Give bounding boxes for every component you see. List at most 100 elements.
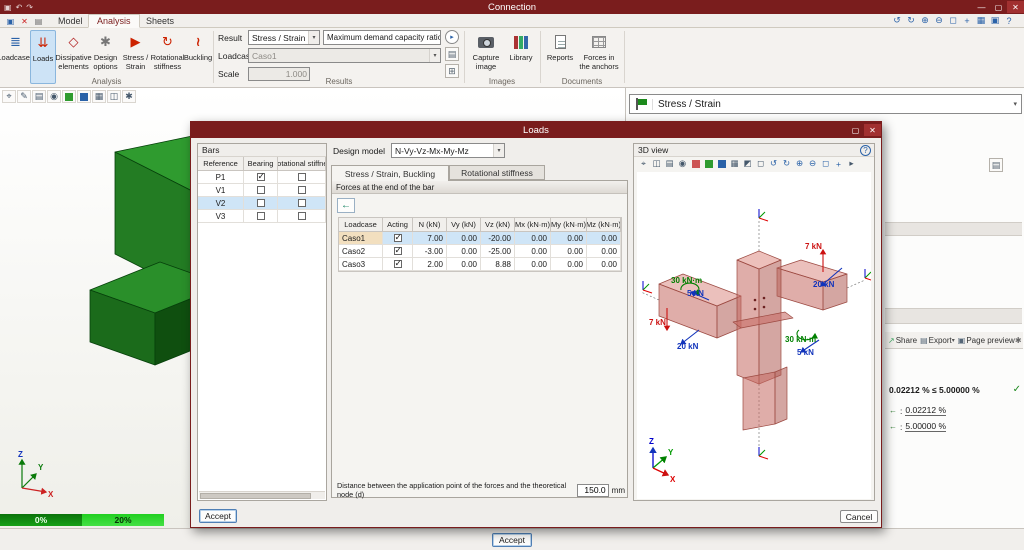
result-type-selector[interactable]: Stress / Strain ▾ <box>629 94 1022 114</box>
ribbon-tab-row: ▣ ✕ ▤ Model Analysis Sheets ↺ ↻ ⊕ ⊖ ◻ + … <box>0 14 1024 28</box>
zoom-window-icon[interactable]: ◻ <box>819 157 832 170</box>
bearing-checkbox[interactable] <box>257 199 265 207</box>
print-icon[interactable]: ▤ <box>663 157 676 170</box>
rotational-checkbox[interactable] <box>298 212 306 220</box>
tab-stress-strain-buckling[interactable]: Stress / Strain, Buckling <box>331 165 449 181</box>
print-icon[interactable]: ▤ <box>32 90 46 103</box>
shading-icon[interactable]: ◩ <box>741 157 754 170</box>
panel-menu-icon[interactable]: ▤ <box>989 158 1003 172</box>
ribbon-design-options[interactable]: ✱ Design options <box>91 30 120 84</box>
dialog-close-button[interactable]: ✕ <box>864 124 881 136</box>
design-model-combo[interactable]: N-Vy-Vz-Mx-My-Mz ▾ <box>391 143 505 158</box>
ribbon-capture-image[interactable]: Capture image <box>468 30 504 84</box>
main-accept-button[interactable]: Accept <box>492 533 532 547</box>
ribbon-stress-strain[interactable]: ▶ Stress / Strain <box>121 30 150 84</box>
page-preview-button[interactable]: Page preview <box>966 336 1014 345</box>
bearing-checkbox[interactable] <box>257 186 265 194</box>
rotate-right-icon[interactable]: ↻ <box>780 157 793 170</box>
axes-icon[interactable]: ⌖ <box>2 90 16 103</box>
bearing-checkbox[interactable] <box>257 212 265 220</box>
help-icon[interactable]: ? <box>1002 14 1016 27</box>
report-icon <box>555 32 566 52</box>
force-label: 7 kN <box>649 318 666 327</box>
forces-row-selected[interactable]: Caso1 7.00 0.00 -20.00 0.00 0.00 0.00 <box>339 232 621 245</box>
dialog-3d-scene[interactable]: Z Y X 7 kN 20 kN 30 kN·m 5 kN 7 kN 20 kN… <box>637 172 871 499</box>
force-label: 7 kN <box>805 242 822 251</box>
acting-checkbox[interactable] <box>394 247 402 255</box>
distance-input[interactable] <box>577 484 609 497</box>
close-file-icon[interactable]: ✕ <box>18 15 31 27</box>
export-button[interactable]: Export <box>929 336 952 345</box>
rotate-left-icon[interactable]: ↺ <box>890 14 904 27</box>
zoom-out-icon[interactable]: ⊖ <box>806 157 819 170</box>
grid-icon[interactable]: ▦ <box>728 157 741 170</box>
green-palette-icon[interactable] <box>702 157 715 170</box>
ribbon-library[interactable]: Library <box>506 30 536 84</box>
pan-icon[interactable]: + <box>832 157 845 170</box>
tab-sheets[interactable]: Sheets <box>138 14 182 28</box>
ribbon: ≣ Loadcases ⇊ Loads ◇ Dissipative elemen… <box>0 28 1024 88</box>
rotational-checkbox[interactable] <box>298 199 306 207</box>
bars-row[interactable]: P1 <box>198 171 326 184</box>
zoom-out-icon[interactable]: ⊖ <box>932 14 946 27</box>
bars-row-selected[interactable]: V2 <box>198 197 326 210</box>
gear-icon[interactable]: ✱ <box>1015 336 1022 345</box>
acting-checkbox[interactable] <box>394 260 402 268</box>
save-file-icon[interactable]: ▣ <box>4 15 17 27</box>
rotational-checkbox[interactable] <box>298 186 306 194</box>
screenshot-icon[interactable]: ▣ <box>988 14 1002 27</box>
rotate-left-icon[interactable]: ↺ <box>767 157 780 170</box>
share-button[interactable]: Share <box>896 336 917 345</box>
axes-icon[interactable]: ⌖ <box>637 157 650 170</box>
bars-row[interactable]: V3 <box>198 210 326 223</box>
blue-palette-icon[interactable] <box>715 157 728 170</box>
more-tools-icon[interactable]: ▸ <box>845 157 858 170</box>
zoom-extents-icon[interactable]: ◻ <box>946 14 960 27</box>
dialog-cancel-button[interactable]: Cancel <box>840 510 878 523</box>
ribbon-dissipative-elements[interactable]: ◇ Dissipative elements <box>57 30 90 84</box>
forces-row[interactable]: Caso3 2.00 0.00 8.88 0.00 0.00 0.00 <box>339 258 621 271</box>
pan-icon[interactable]: + <box>960 14 974 27</box>
result-grid-button[interactable]: ⊞ <box>445 64 459 78</box>
ribbon-reports[interactable]: Reports <box>544 30 576 84</box>
maximize-button[interactable]: ▢ <box>990 1 1007 13</box>
bars-horizontal-scrollbar[interactable] <box>199 491 325 499</box>
ribbon-buckling[interactable]: ≀ Buckling <box>185 30 211 84</box>
dialog-accept-button[interactable]: Accept <box>199 509 237 523</box>
bearing-checkbox[interactable] <box>257 173 265 181</box>
demand-ratio-combo[interactable]: Maximum demand capacity ratio ▾ <box>323 30 441 45</box>
bars-panel: Bars Reference Bearing Rotational stiffn… <box>197 143 327 501</box>
minimize-button[interactable]: — <box>973 1 990 13</box>
measure-icon[interactable]: ✎ <box>17 90 31 103</box>
help-icon[interactable]: ? <box>860 145 871 156</box>
result-table-button[interactable]: ▤ <box>445 47 459 61</box>
dialog-maximize-button[interactable]: ▢ <box>847 124 864 136</box>
rotational-checkbox[interactable] <box>298 173 306 181</box>
close-button[interactable]: ✕ <box>1007 1 1024 13</box>
perspective-icon[interactable]: ◫ <box>650 157 663 170</box>
back-button[interactable]: ← <box>337 198 355 213</box>
print-file-icon[interactable]: ▤ <box>32 15 45 27</box>
capture-icon[interactable]: ◉ <box>676 157 689 170</box>
zoom-in-icon[interactable]: ⊕ <box>793 157 806 170</box>
group-label-results: Results <box>218 77 460 86</box>
red-palette-icon[interactable] <box>689 157 702 170</box>
result-combo[interactable]: Stress / Strain ▾ <box>248 30 320 45</box>
wireframe-icon[interactable]: ◻ <box>754 157 767 170</box>
tab-model[interactable]: Model <box>50 14 91 28</box>
ribbon-rotational-stiffness[interactable]: ↻ Rotational stiffness <box>151 30 184 84</box>
zoom-in-icon[interactable]: ⊕ <box>918 14 932 27</box>
tab-rotational-stiffness[interactable]: Rotational stiffness <box>449 165 545 180</box>
forces-row[interactable]: Caso2 -3.00 0.00 -25.00 0.00 0.00 0.00 <box>339 245 621 258</box>
acting-checkbox[interactable] <box>394 234 402 242</box>
rotate-right-icon[interactable]: ↻ <box>904 14 918 27</box>
ribbon-forces-anchors[interactable]: Forces in the anchors <box>578 30 620 84</box>
bars-row[interactable]: V1 <box>198 184 326 197</box>
tab-analysis[interactable]: Analysis <box>88 14 140 28</box>
group-label-documents: Documents <box>544 77 620 86</box>
views-icon[interactable]: ▦ <box>974 14 988 27</box>
animate-result-button[interactable]: ▸ <box>445 30 459 44</box>
loadcase-combo[interactable]: Caso1 ▾ <box>248 48 441 63</box>
ribbon-loadcases[interactable]: ≣ Loadcases <box>2 30 29 84</box>
ribbon-loads[interactable]: ⇊ Loads <box>30 30 56 84</box>
